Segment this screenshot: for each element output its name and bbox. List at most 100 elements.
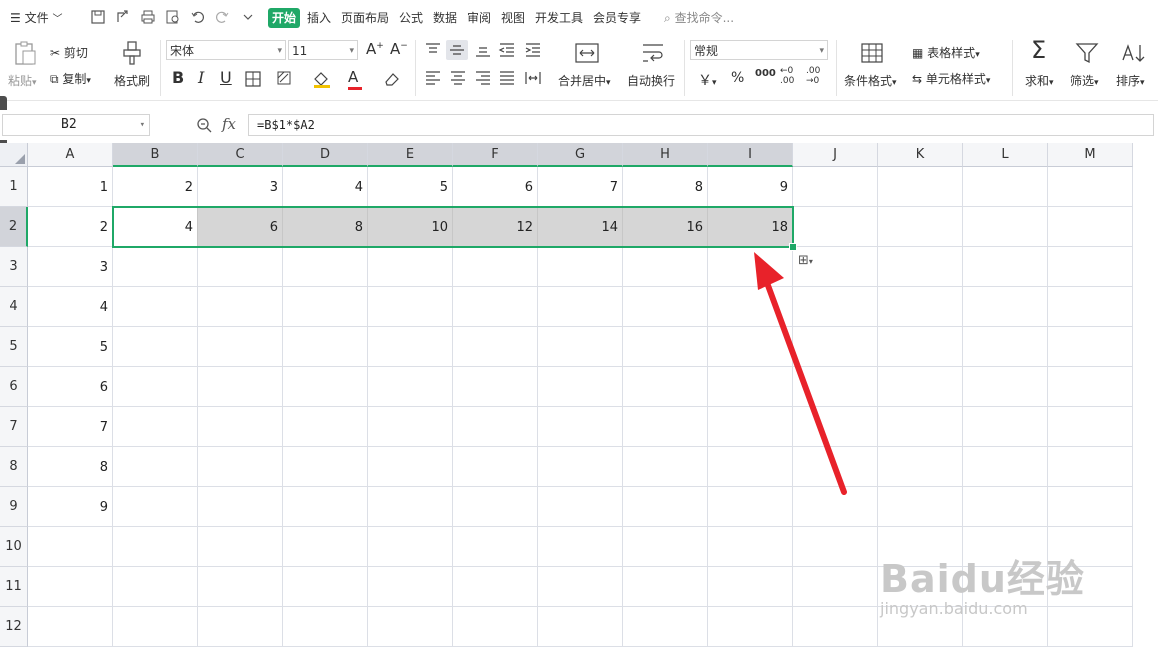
cell-m5[interactable] — [1048, 327, 1133, 367]
column-header-d[interactable]: D — [283, 143, 368, 167]
cell-b1[interactable]: 2 — [113, 167, 198, 207]
cell-f6[interactable] — [453, 367, 538, 407]
cell-e7[interactable] — [368, 407, 453, 447]
cell-c12[interactable] — [198, 607, 283, 647]
cell-m4[interactable] — [1048, 287, 1133, 327]
sort-button[interactable]: 排序▾ — [1116, 72, 1145, 89]
cell-d11[interactable] — [283, 567, 368, 607]
cell-d1[interactable]: 4 — [283, 167, 368, 207]
cell-c10[interactable] — [198, 527, 283, 567]
cell-c11[interactable] — [198, 567, 283, 607]
row-header-9[interactable]: 9 — [0, 487, 28, 527]
cell-e1[interactable]: 5 — [368, 167, 453, 207]
cell-l1[interactable] — [963, 167, 1048, 207]
increase-font-size-icon[interactable]: A+ — [366, 40, 384, 58]
row-header-11[interactable]: 11 — [0, 567, 28, 607]
cell-e2[interactable]: 10 — [368, 207, 453, 247]
cell-d3[interactable] — [283, 247, 368, 287]
tab-insert[interactable]: 插入 — [307, 8, 331, 28]
cell-m6[interactable] — [1048, 367, 1133, 407]
cell-m2[interactable] — [1048, 207, 1133, 247]
cell-h12[interactable] — [623, 607, 708, 647]
print-preview-icon[interactable] — [165, 9, 181, 25]
save-icon[interactable] — [90, 9, 106, 25]
align-top-icon[interactable] — [424, 42, 442, 58]
italic-button[interactable]: I — [198, 68, 204, 87]
cell-b11[interactable] — [113, 567, 198, 607]
conditional-format-icon[interactable] — [860, 42, 884, 64]
cell-e11[interactable] — [368, 567, 453, 607]
cell-g11[interactable] — [538, 567, 623, 607]
cell-k9[interactable] — [878, 487, 963, 527]
cell-f2[interactable]: 12 — [453, 207, 538, 247]
sum-icon[interactable]: Σ — [1031, 36, 1046, 64]
tab-home[interactable]: 开始 — [268, 8, 301, 28]
column-header-k[interactable]: K — [878, 143, 963, 167]
tab-view[interactable]: 视图 — [501, 8, 525, 28]
align-right-icon[interactable] — [474, 70, 492, 86]
cell-b3[interactable] — [113, 247, 198, 287]
cell-h1[interactable]: 8 — [623, 167, 708, 207]
wrap-text-button[interactable]: 自动换行 — [627, 72, 675, 89]
cell-l7[interactable] — [963, 407, 1048, 447]
justify-icon[interactable] — [498, 70, 516, 86]
cell-e5[interactable] — [368, 327, 453, 367]
cell-h8[interactable] — [623, 447, 708, 487]
column-header-i[interactable]: I — [708, 143, 793, 167]
tab-member[interactable]: 会员专享 — [593, 8, 641, 28]
cut-button[interactable]: ✂ 剪切 — [50, 44, 88, 61]
cell-a7[interactable]: 7 — [28, 407, 113, 447]
cell-h11[interactable] — [623, 567, 708, 607]
formula-input[interactable]: =B$1*$A2 — [248, 114, 1154, 136]
column-header-h[interactable]: H — [623, 143, 708, 167]
row-header-6[interactable]: 6 — [0, 367, 28, 407]
column-header-l[interactable]: L — [963, 143, 1048, 167]
row-header-1[interactable]: 1 — [0, 167, 28, 207]
sort-icon[interactable] — [1120, 42, 1146, 64]
command-search[interactable]: ⌕ 查找命令... — [664, 8, 734, 28]
currency-button[interactable]: ￥▾ — [698, 70, 717, 90]
row-header-10[interactable]: 10 — [0, 527, 28, 567]
cell-m8[interactable] — [1048, 447, 1133, 487]
column-header-j[interactable]: J — [793, 143, 878, 167]
cell-g3[interactable] — [538, 247, 623, 287]
cell-b6[interactable] — [113, 367, 198, 407]
cell-e3[interactable] — [368, 247, 453, 287]
cell-i2[interactable]: 18 — [708, 207, 793, 247]
cell-c7[interactable] — [198, 407, 283, 447]
cell-j12[interactable] — [793, 607, 878, 647]
row-header-4[interactable]: 4 — [0, 287, 28, 327]
cell-c2[interactable]: 6 — [198, 207, 283, 247]
cell-g10[interactable] — [538, 527, 623, 567]
cell-h10[interactable] — [623, 527, 708, 567]
cell-a4[interactable]: 4 — [28, 287, 113, 327]
increase-indent-icon[interactable] — [524, 42, 542, 58]
cell-i10[interactable] — [708, 527, 793, 567]
cell-f12[interactable] — [453, 607, 538, 647]
cell-k5[interactable] — [878, 327, 963, 367]
cell-l9[interactable] — [963, 487, 1048, 527]
cell-g4[interactable] — [538, 287, 623, 327]
export-icon[interactable] — [115, 9, 131, 25]
conditional-format-button[interactable]: 条件格式▾ — [844, 72, 897, 89]
cell-l2[interactable] — [963, 207, 1048, 247]
column-header-c[interactable]: C — [198, 143, 283, 167]
sum-button[interactable]: 求和▾ — [1025, 72, 1054, 89]
font-name-select[interactable]: 宋体 ▾ — [166, 40, 286, 60]
cell-c4[interactable] — [198, 287, 283, 327]
cell-k6[interactable] — [878, 367, 963, 407]
cell-d6[interactable] — [283, 367, 368, 407]
percent-button[interactable]: % — [731, 70, 744, 86]
align-middle-button[interactable] — [446, 40, 468, 60]
cell-a9[interactable]: 9 — [28, 487, 113, 527]
cell-d9[interactable] — [283, 487, 368, 527]
table-style-button[interactable]: ▦ 表格样式▾ — [912, 44, 980, 61]
cell-f7[interactable] — [453, 407, 538, 447]
column-header-f[interactable]: F — [453, 143, 538, 167]
align-left-icon[interactable] — [424, 70, 442, 86]
cell-a2[interactable]: 2 — [28, 207, 113, 247]
cell-k2[interactable] — [878, 207, 963, 247]
wrap-text-icon[interactable] — [640, 42, 666, 64]
cell-l8[interactable] — [963, 447, 1048, 487]
cell-g8[interactable] — [538, 447, 623, 487]
